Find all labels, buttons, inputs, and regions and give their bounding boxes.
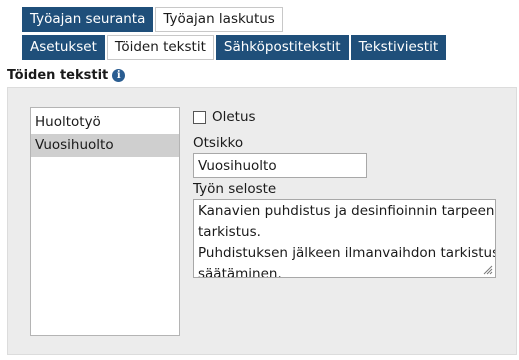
default-checkbox-row[interactable]: Oletus (193, 108, 256, 126)
tab-sahkopostitekstit[interactable]: Sähköpostitekstit (215, 35, 349, 60)
description-line: Puhdistuksen jälkeen ilmanvaihdon tarkis… (198, 245, 496, 261)
tab-tyoajan-seuranta[interactable]: Työajan seuranta (22, 7, 154, 32)
section-title-text: Töiden tekstit (7, 68, 109, 83)
title-label: Otsikko (193, 135, 244, 151)
description-line: tarkistus. (198, 224, 261, 240)
default-checkbox[interactable] (193, 110, 206, 124)
tab-tekstiviestit[interactable]: Tekstiviestit (350, 35, 447, 60)
list-item-huoltotyo[interactable]: Huoltotyö (31, 111, 179, 134)
info-icon[interactable]: i (112, 69, 126, 82)
secondary-tab-bar: Asetukset Töiden tekstit Sähköpostitekst… (22, 35, 448, 60)
description-textarea[interactable]: Kanavien puhdistus ja desinfioinnin tarp… (193, 199, 496, 278)
description-line: Kanavien puhdistus ja desinfioinnin tarp… (198, 203, 495, 219)
tab-tyoajan-laskutus[interactable]: Työajan laskutus (155, 7, 283, 32)
description-label: Työn seloste (193, 181, 277, 197)
section-heading: Töiden tekstit i (7, 67, 126, 84)
resize-grip-icon[interactable] (482, 264, 493, 275)
tab-asetukset[interactable]: Asetukset (22, 35, 105, 60)
default-checkbox-label: Oletus (212, 109, 256, 125)
primary-tab-bar: Työajan seuranta Työajan laskutus (22, 7, 285, 32)
list-item-vuosihuolto[interactable]: Vuosihuolto (31, 134, 179, 157)
tab-toiden-tekstit[interactable]: Töiden tekstit (106, 35, 214, 60)
texts-listbox[interactable]: Huoltotyö Vuosihuolto (30, 107, 180, 336)
description-line: säätäminen. (198, 266, 282, 278)
title-input[interactable] (193, 153, 367, 178)
